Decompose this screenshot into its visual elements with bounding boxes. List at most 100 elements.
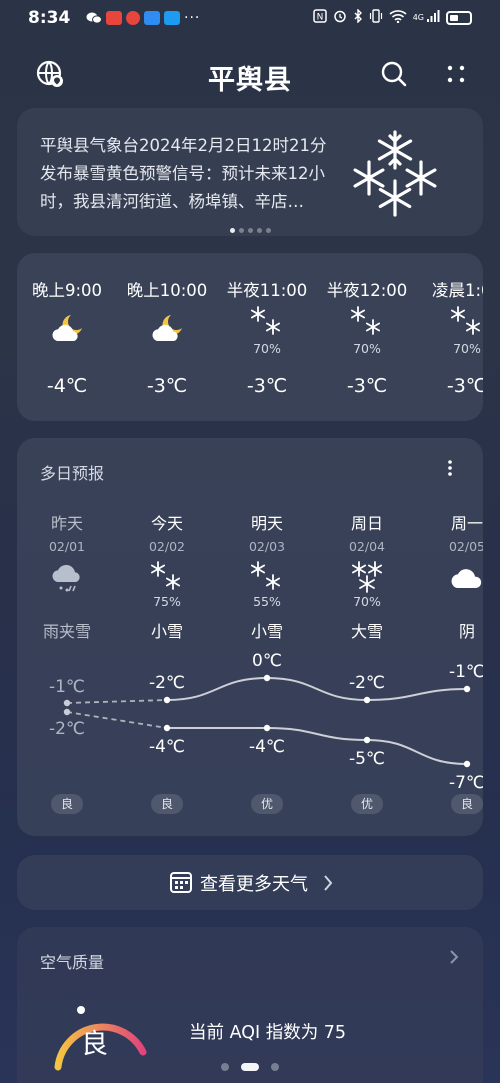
day-date: 02/03 [248,539,286,554]
low-temp-point [363,736,371,744]
day-name: 周一 [450,514,483,533]
hourly-time: 半夜12:00 [326,281,408,300]
snow-icon [449,305,483,341]
hourly-precip: 70% [353,341,381,356]
sleet-icon [49,560,85,596]
low-temp-label: -4℃ [149,737,185,757]
high-temp-line-yesterday [66,699,168,704]
low-temp-label: -5℃ [349,749,385,769]
hourly-temp: -3℃ [346,375,388,397]
search-icon[interactable] [380,60,408,88]
day-date: 02/04 [348,539,386,554]
network-type-label: 4G [412,13,424,22]
light-snow-icon [149,560,185,596]
hourly-forecast-card[interactable]: 晚上9:00 -4℃ 晚上10:00 -3℃ 半夜11:00 70% -3℃ 半… [17,253,483,421]
high-temp-point [263,674,271,682]
bluetooth-icon [353,8,363,26]
status-bar: 8:34 ··· N 4G [0,0,500,36]
hourly-precip: 70% [253,341,281,356]
hourly-time: 半夜11:00 [226,281,308,300]
day-aqi-badge: 良 [451,794,483,814]
day-date: 02/05 [448,539,483,554]
moon-cloud-icon [49,311,85,347]
day-date: 02/02 [148,539,186,554]
low-temp-label: -4℃ [249,737,285,757]
high-temp-label: 0℃ [252,651,282,671]
day-name: 明天 [250,514,283,533]
search-app-icon [144,11,160,25]
news-app-icon [126,11,140,25]
day-name: 今天 [150,514,183,533]
low-temp-point [263,724,271,732]
high-temp-point [63,699,71,707]
more-notifications-icon: ··· [184,10,201,26]
shopping-app-icon [106,11,122,25]
day-aqi-badge: 优 [251,794,283,814]
low-temp-label: -2℃ [49,719,85,739]
app-header: 平舆县 [0,44,500,104]
hourly-precip: 70% [453,341,481,356]
high-temp-label: -1℃ [49,677,85,697]
high-temp-label: -2℃ [149,673,185,693]
aqi-summary: 当前 AQI 指数为 75 [189,1023,347,1043]
snowflake-cluster-icon [349,126,441,218]
cloudy-icon [449,560,483,596]
moon-cloud-icon [149,311,185,347]
notification-icons: ··· [86,10,200,26]
status-indicators: N 4G [312,8,472,26]
day-condition: 小雪 [150,622,183,641]
air-quality-title: 空气质量 [40,953,105,972]
light-snow-icon [249,560,285,596]
high-temp-line [166,676,468,702]
high-temp-point [463,685,471,693]
hourly-time: 凌晨1:00 [431,281,483,300]
day-condition: 大雪 [350,622,383,641]
high-temp-label: -1℃ [449,662,483,682]
high-temp-label: -2℃ [349,673,385,693]
hourly-time: 晚上10:00 [126,281,208,300]
wifi-icon [389,9,407,26]
day-condition: 小雪 [250,622,283,641]
chevron-right-icon [323,874,333,892]
more-options-icon[interactable] [444,62,468,86]
day-precip: 75% [153,594,181,609]
more-weather-button[interactable]: 查看更多天气 [17,855,483,910]
snow-icon [349,305,385,341]
daily-forecast-card[interactable]: 多日预报 -1℃ -2℃ -2℃ -4℃ 0℃ -4℃ -2℃ -5℃ -1℃ -7℃ 昨天 02… [17,438,483,836]
nfc-icon: N [312,9,327,26]
hourly-temp: -3℃ [146,375,188,397]
hourly-temp: -4℃ [46,375,88,397]
alert-page-indicator [17,218,483,237]
low-temp-point [463,760,471,768]
low-temp-label: -7℃ [449,773,483,793]
status-time: 8:34 [28,8,71,28]
alert-text: 平舆县气象台2024年2月2日12时21分发布暴雪黄色预警信号：预计未来12小时… [40,136,327,211]
wechat-icon [86,11,102,25]
day-condition: 雨夹雪 [42,622,91,641]
day-aqi-badge: 优 [351,794,383,814]
high-temp-point [163,696,171,704]
hourly-temp: -3℃ [446,375,483,397]
battery-icon [446,10,472,25]
svg-text:N: N [316,13,323,23]
low-temp-point [163,724,171,732]
day-name: 昨天 [50,514,83,533]
low-temp-line [167,727,468,765]
day-precip: 55% [253,594,281,609]
high-temp-point [363,696,371,704]
page-title: 平舆县 [208,65,292,96]
low-temp-point [63,708,71,716]
calendar-icon [169,870,193,894]
day-date: 02/01 [48,539,86,554]
hourly-temp: -3℃ [246,375,288,397]
chevron-right-icon [449,949,459,965]
day-name: 周日 [350,514,383,533]
weather-alert-card[interactable]: 平舆县气象台2024年2月2日12时21分发布暴雪黄色预警信号：预计未来12小时… [17,108,483,236]
day-condition: 阴 [458,622,475,641]
alarm-icon [333,9,347,26]
page-indicator [0,1056,500,1075]
day-aqi-badge: 良 [151,794,183,814]
day-aqi-badge: 良 [51,794,83,814]
heavy-snow-icon [349,560,385,596]
hourly-time: 晚上9:00 [31,281,103,300]
